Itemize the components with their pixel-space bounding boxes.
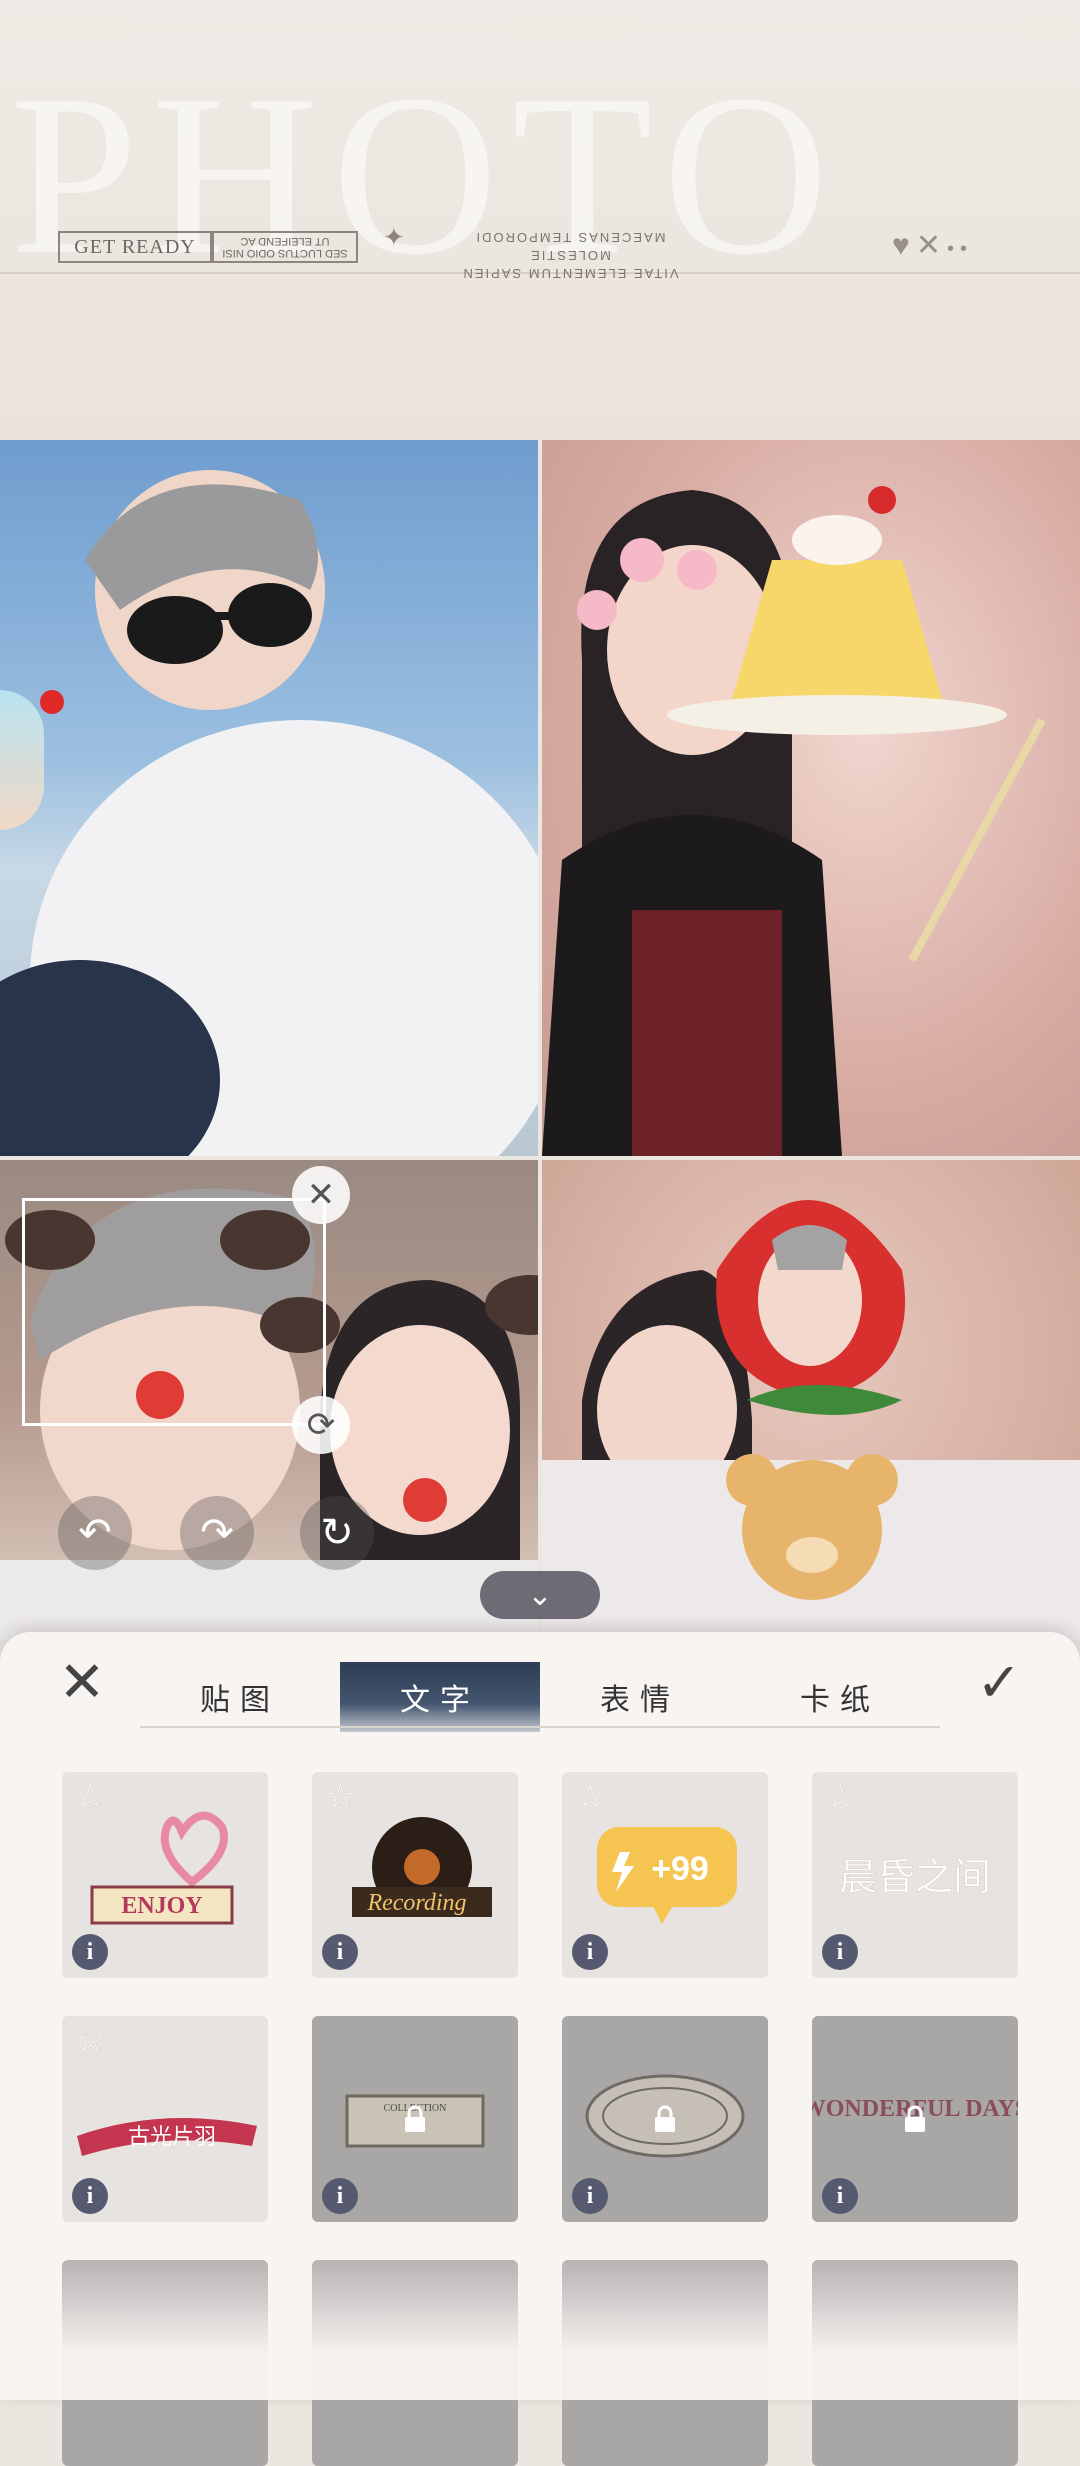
mini-caption-line1: SED LUCTUS ODIO NISI [222, 247, 348, 259]
sticker-tile-wonderful-days[interactable]: WONDERFUL DAYS i [812, 2016, 1018, 2222]
info-icon[interactable]: i [322, 2178, 358, 2214]
cross-icon: ✕ [915, 229, 947, 262]
info-icon[interactable]: i [822, 1934, 858, 1970]
photo-art-girl-pudding [542, 486, 1046, 1156]
refresh-icon: ↻ [320, 1511, 354, 1555]
confirm-button[interactable]: ✓ [964, 1650, 1034, 1714]
upside-line1: VITAE ELEMENTUM SAPIEN MOLESTIE [461, 248, 679, 281]
photo-bottom-right[interactable] [542, 1160, 1080, 1640]
chevron-down-icon: ⌄ [527, 1578, 553, 1612]
plus99-text: +99 [651, 1850, 709, 1888]
chenhun-text: 晨昏之间 [839, 1855, 991, 1899]
favorite-star-icon[interactable]: ☆ [826, 1780, 855, 1812]
check-icon: ✓ [976, 1652, 1022, 1713]
close-panel-button[interactable]: ✕ [50, 1650, 114, 1714]
mini-caption: SED LUCTUS ODIO NISI UT ELEIFEND AC [212, 231, 358, 263]
lock-icon [655, 2105, 675, 2132]
upside-line2: MAECENAS TEMPORODI [474, 230, 666, 245]
close-icon: ✕ [58, 1650, 106, 1713]
tab-emoji[interactable]: 表情 [540, 1662, 740, 1732]
enjoy-text: ENJOY [121, 1893, 202, 1919]
rotate-icon: ⟳ [306, 1406, 336, 1444]
favorite-star-icon[interactable]: ☆ [76, 2024, 105, 2056]
sticker-tile-enjoy[interactable]: ENJOY ☆ i [62, 1772, 268, 1978]
photo-art-strawberry-bear [542, 1200, 1080, 1640]
favorite-star-icon[interactable]: ☆ [76, 1780, 105, 1812]
undo-icon: ↶ [78, 1511, 112, 1555]
info-icon[interactable]: i [72, 1934, 108, 1970]
lock-icon [905, 2105, 925, 2132]
info-icon[interactable]: i [322, 1934, 358, 1970]
collapse-panel-button[interactable]: ⌄ [480, 1571, 600, 1619]
photo-top-right[interactable] [542, 440, 1080, 1156]
sticker-tile-guguang[interactable]: 古光片羽 ☆ i [62, 2016, 268, 2222]
sticker-tile-collection[interactable]: COLLECTION i [312, 2016, 518, 2222]
scroll-fade [0, 2240, 1080, 2400]
sticker-selection-frame[interactable] [22, 1198, 326, 1426]
sticker-tile-chenhun[interactable]: 晨昏之间 ☆ i [812, 1772, 1018, 1978]
heart-icon: ♥ [892, 229, 916, 262]
delete-sticker-button[interactable]: ✕ [292, 1166, 350, 1224]
page-header: PHOTO GET READY SED LUCTUS ODIO NISI UT … [0, 0, 1080, 440]
favorite-star-icon[interactable]: ☆ [326, 1780, 355, 1812]
header-decor-icons: ♥✕•• [892, 228, 973, 263]
mini-caption-line2: UT ELEIFEND AC [240, 235, 330, 247]
rotate-scale-handle[interactable]: ⟳ [292, 1396, 350, 1454]
red-nose-sticker-2 [403, 1478, 447, 1522]
sticker-tile-recording[interactable]: Recording ☆ i [312, 1772, 518, 1978]
reset-button[interactable]: ↻ [300, 1496, 374, 1570]
info-icon[interactable]: i [572, 2178, 608, 2214]
sticker-tile-plus99[interactable]: +99 ☆ i [562, 1772, 768, 1978]
redo-button[interactable]: ↷ [180, 1496, 254, 1570]
tab-underline [140, 1726, 940, 1728]
recording-text: Recording [366, 1890, 466, 1916]
side-drawer-handle[interactable] [0, 690, 44, 830]
close-icon: ✕ [306, 1176, 336, 1214]
info-icon[interactable]: i [572, 1934, 608, 1970]
notification-dot [40, 690, 64, 714]
sparkle-icon: ✦ [383, 222, 405, 252]
tab-text[interactable]: 文字 [340, 1662, 540, 1732]
info-icon[interactable]: i [72, 2178, 108, 2214]
guguang-text: 古光片羽 [128, 2125, 216, 2150]
photo-top-left[interactable] [0, 440, 538, 1156]
dots-icon: •• [946, 238, 973, 260]
get-ready-label: GET READY [58, 231, 212, 263]
upside-down-caption: VITAE ELEMENTUM SAPIEN MOLESTIE MAECENAS… [420, 228, 720, 282]
redo-icon: ↷ [200, 1511, 234, 1555]
favorite-star-icon[interactable]: ☆ [576, 1780, 605, 1812]
tab-stickers[interactable]: 贴图 [140, 1662, 340, 1732]
sticker-tile-stamp[interactable]: i [562, 2016, 768, 2222]
lock-icon [405, 2105, 425, 2132]
photo-art-boy-sunglasses [0, 470, 538, 1156]
undo-button[interactable]: ↶ [58, 1496, 132, 1570]
tab-cardstock[interactable]: 卡纸 [740, 1662, 940, 1732]
info-icon[interactable]: i [822, 2178, 858, 2214]
